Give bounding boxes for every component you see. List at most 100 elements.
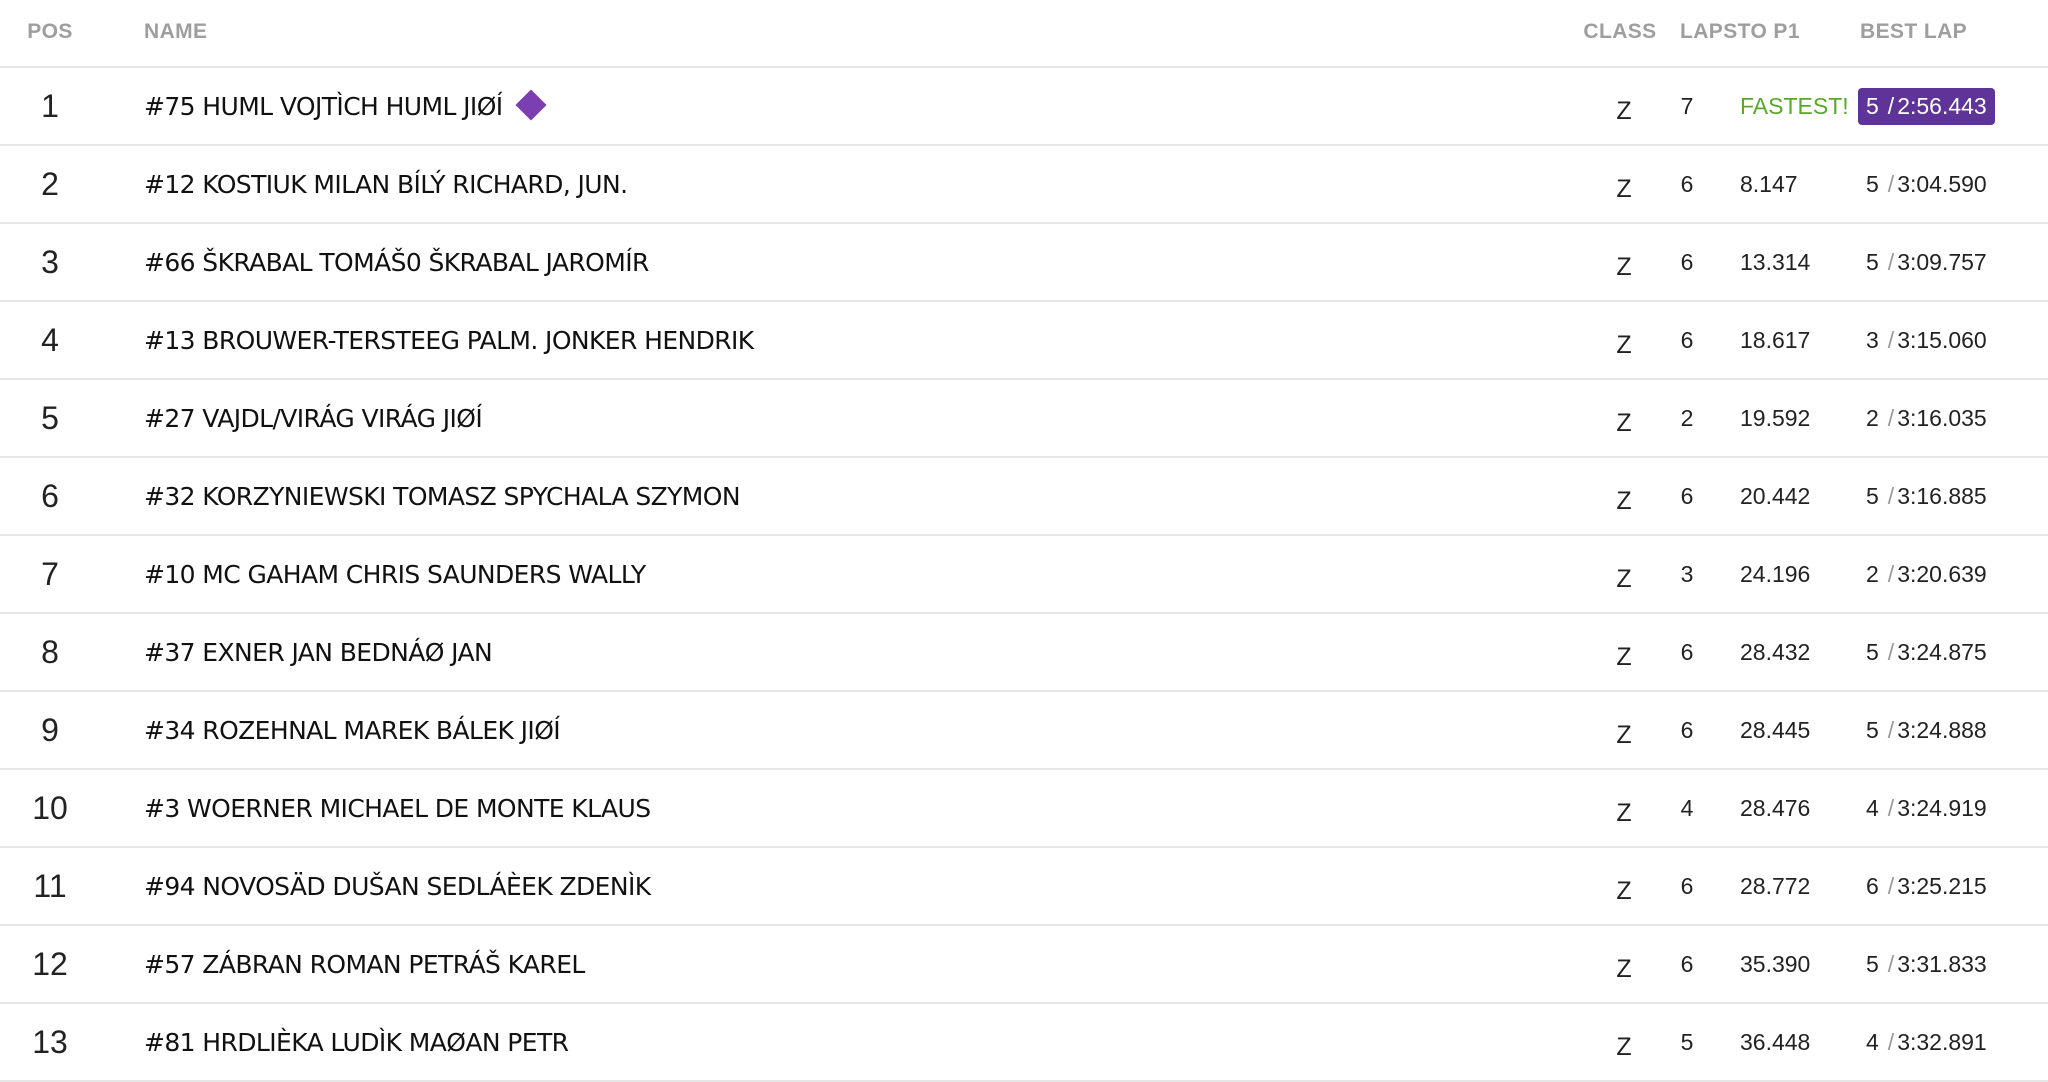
driver-name: #27 VAJDL/VIRÁG VIRÁG JIØÍ <box>144 380 483 456</box>
best-lap-time: 3:32.891 <box>1897 1028 1987 1055</box>
position: 10 <box>32 789 68 826</box>
position: 3 <box>41 243 59 280</box>
best-lap: 4 /3:32.891 <box>1858 1004 1995 1080</box>
best-lap-separator: / <box>1887 326 1895 353</box>
class-value: Z <box>1616 252 1632 281</box>
laps-value: 6 <box>1680 170 1694 197</box>
table-row[interactable]: 12 #57 ZÁBRAN ROMAN PETRÁŠ KAREL Z 6 35.390 5… <box>0 926 2048 1004</box>
laps-value: 7 <box>1680 92 1694 119</box>
driver-name: #81 HRDLIÈKA LUDÌK MAØAN PETR <box>144 1004 569 1080</box>
best-lap-separator: / <box>1887 794 1895 821</box>
best-lap-number: 3 <box>1866 326 1879 353</box>
gap-to-p1: 28.445 <box>1740 716 1811 743</box>
table-row[interactable]: 7 #10 MC GAHAM CHRIS SAUNDERS WALLY Z 3 24.1… <box>0 536 2048 614</box>
driver-name: #12 KOSTIUK MILAN BÍLÝ RICHARD, JUN. <box>144 146 628 222</box>
driver-name-text: #75 HUML VOJTÌCH HUML JIØÍ <box>144 91 503 121</box>
best-lap-number: 5 <box>1866 482 1879 509</box>
class-value: Z <box>1616 954 1632 983</box>
laps-value: 6 <box>1680 950 1694 977</box>
class-value: Z <box>1616 876 1632 905</box>
best-lap-separator: / <box>1887 872 1895 899</box>
header-pos[interactable]: POS <box>0 0 100 66</box>
table-row[interactable]: 2 #12 KOSTIUK MILAN BÍLÝ RICHARD, JUN. Z 6 8… <box>0 146 2048 224</box>
position: 8 <box>41 633 59 670</box>
header-best-lap[interactable]: BEST LAP <box>1860 0 1967 66</box>
table-row[interactable]: 11 #94 NOVOSÄD DUŠAN SEDLÁÈEK ZDENÌK Z 6 28.… <box>0 848 2048 926</box>
driver-name-text: #81 HRDLIÈKA LUDÌK MAØAN PETR <box>144 1027 569 1057</box>
best-lap: 2 /3:20.639 <box>1858 536 1995 612</box>
table-row[interactable]: 6 #32 KORZYNIEWSKI TOMASZ SPYCHALA SZYMON… <box>0 458 2048 536</box>
table-row[interactable]: 5 #27 VAJDL/VIRÁG VIRÁG JIØÍ Z 2 19.592 2 /3:1… <box>0 380 2048 458</box>
class-value: Z <box>1616 642 1632 671</box>
table-row[interactable]: 8 #37 EXNER JAN BEDNÁØ JAN Z 6 28.432 5 /3:24.… <box>0 614 2048 692</box>
best-lap-time: 3:24.888 <box>1897 716 1987 743</box>
best-lap-number: 2 <box>1866 404 1879 431</box>
header-class[interactable]: CLASS <box>1540 0 1700 66</box>
best-lap: 4 /3:24.919 <box>1858 770 1995 846</box>
class-value: Z <box>1616 330 1632 359</box>
laps-value: 6 <box>1680 872 1694 899</box>
position: 12 <box>32 945 68 982</box>
table-row[interactable]: 1 #75 HUML VOJTÌCH HUML JIØÍ Z 7 FASTEST! 5 /2… <box>0 68 2048 146</box>
gap-to-p1: 24.196 <box>1740 560 1811 587</box>
driver-name-text: #32 KORZYNIEWSKI TOMASZ SPYCHALA SZYMON <box>144 481 741 511</box>
best-lap-number: 5 <box>1866 248 1879 275</box>
class-value: Z <box>1616 720 1632 749</box>
best-lap-separator: / <box>1887 716 1895 743</box>
best-lap: 5 /3:24.875 <box>1858 614 1995 690</box>
best-lap-time: 3:20.639 <box>1897 560 1987 587</box>
table-row[interactable]: 13 #81 HRDLIÈKA LUDÌK MAØAN PETR Z 5 36.448 4… <box>0 1004 2048 1082</box>
best-lap: 5 /2:56.443 <box>1858 68 1995 144</box>
position: 7 <box>41 555 59 592</box>
best-lap-badge: 5 /3:16.885 <box>1858 478 1995 515</box>
driver-name-text: #66 ŠKRABAL TOMÁŠ0 ŠKRABAL JAROMÍR <box>144 247 649 277</box>
best-lap-separator: / <box>1887 1028 1895 1055</box>
best-lap-badge: 5 /3:24.888 <box>1858 712 1995 749</box>
driver-name-text: #12 KOSTIUK MILAN BÍLÝ RICHARD, JUN. <box>144 169 628 199</box>
header-laps-to-p1[interactable]: LAPSTO P1 <box>1680 0 1800 66</box>
best-lap-number: 5 <box>1866 716 1879 743</box>
best-lap: 5 /3:16.885 <box>1858 458 1995 534</box>
best-lap: 2 /3:16.035 <box>1858 380 1995 456</box>
driver-name: #13 BROUWER-TERSTEEG PALM. JONKER HENDRI… <box>144 302 754 378</box>
table-row[interactable]: 4 #13 BROUWER-TERSTEEG PALM. JONKER HENDR… <box>0 302 2048 380</box>
table-row[interactable]: 9 #34 ROZEHNAL MAREK BÁLEK JIØÍ Z 6 28.445 5 /… <box>0 692 2048 770</box>
laps-value: 3 <box>1680 560 1694 587</box>
best-lap-badge: 5 /3:24.875 <box>1858 634 1995 671</box>
table-row[interactable]: 10 #3 WOERNER MICHAEL DE MONTE KLAUS Z 4 28.… <box>0 770 2048 848</box>
driver-name-text: #10 MC GAHAM CHRIS SAUNDERS WALLY <box>144 559 646 589</box>
best-lap-time: 3:15.060 <box>1897 326 1987 353</box>
best-lap-badge: 5 /3:31.833 <box>1858 946 1995 983</box>
best-lap-badge: 4 /3:24.919 <box>1858 790 1995 827</box>
class-value: Z <box>1616 96 1632 125</box>
table-body: 1 #75 HUML VOJTÌCH HUML JIØÍ Z 7 FASTEST! 5/2… <box>0 68 2048 1082</box>
laps-value: 6 <box>1680 716 1694 743</box>
best-lap-badge: 2 /3:20.639 <box>1858 556 1995 593</box>
best-lap: 6 /3:25.215 <box>1858 848 1995 924</box>
driver-name-text: #13 BROUWER-TERSTEEG PALM. JONKER HENDRI… <box>144 325 754 355</box>
laps-value: 6 <box>1680 326 1694 353</box>
header-name[interactable]: NAME <box>144 0 207 66</box>
gap-to-p1: FASTEST! <box>1740 92 1849 119</box>
position: 2 <box>41 165 59 202</box>
best-lap-separator: / <box>1887 170 1895 197</box>
laps-value: 6 <box>1680 482 1694 509</box>
best-lap-time: 3:16.885 <box>1897 482 1987 509</box>
class-value: Z <box>1616 798 1632 827</box>
best-lap-time: 3:31.833 <box>1897 950 1987 977</box>
driver-name-text: #27 VAJDL/VIRÁG VIRÁG JIØÍ <box>144 403 483 433</box>
diamond-icon <box>514 89 547 121</box>
gap-to-p1: 36.448 <box>1740 1028 1811 1055</box>
position: 1 <box>41 87 59 124</box>
best-lap-separator: / <box>1887 248 1895 275</box>
best-lap-time: 2:56.443 <box>1897 92 1987 119</box>
driver-name: #66 ŠKRABAL TOMÁŠ0 ŠKRABAL JAROMÍR <box>144 224 649 300</box>
best-lap: 3 /3:15.060 <box>1858 302 1995 378</box>
best-lap-badge: 3 /3:15.060 <box>1858 322 1995 359</box>
best-lap: 5 /3:09.757 <box>1858 224 1995 300</box>
class-value: Z <box>1616 564 1632 593</box>
best-lap-badge: 5 /2:56.443 <box>1858 87 1995 125</box>
gap-to-p1: 18.617 <box>1740 326 1811 353</box>
gap-to-p1: 28.772 <box>1740 872 1811 899</box>
table-row[interactable]: 3 #66 ŠKRABAL TOMÁŠ0 ŠKRABAL JAROMÍR Z 6 13.… <box>0 224 2048 302</box>
